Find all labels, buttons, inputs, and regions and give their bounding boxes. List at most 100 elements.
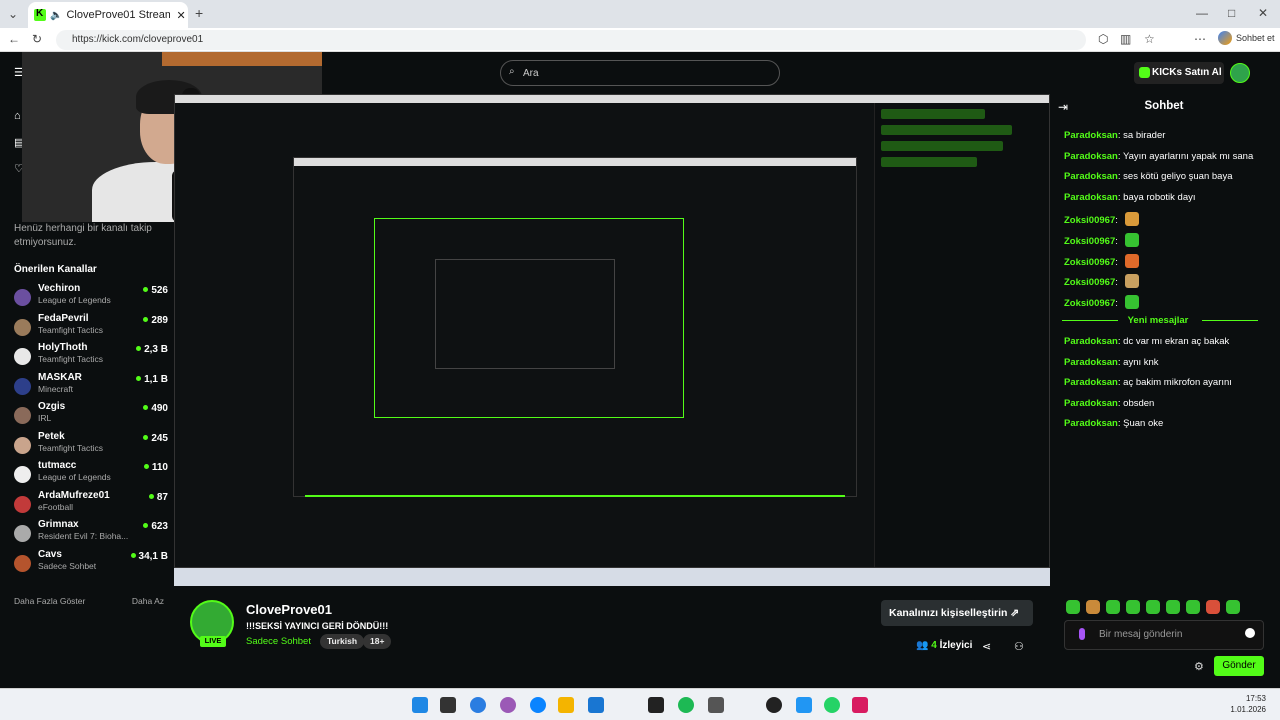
nested-screen-1 <box>174 94 1050 568</box>
more-icon[interactable]: ⋯ <box>1194 32 1206 46</box>
maximize-icon[interactable]: □ <box>1228 6 1235 20</box>
user-avatar[interactable] <box>1230 63 1250 83</box>
favorites-icon[interactable]: ☆ <box>1144 32 1155 46</box>
chat-message: Paradoksan: Şuan oke <box>1064 418 1274 439</box>
browser-tab[interactable]: 🔈 CloveProve01 Stream - Watch ✕ <box>28 2 188 28</box>
browser-tab-strip: ⌄ 🔈 CloveProve01 Stream - Watch ✕ + — □ … <box>0 0 1280 28</box>
chat-input[interactable]: Bir mesaj gönderin <box>1064 620 1264 650</box>
zoom-icon[interactable] <box>796 697 812 713</box>
customize-channel-button[interactable]: Kanalınızı kişiselleştirin ⇗ <box>881 600 1033 626</box>
show-more-link[interactable]: Daha Fazla Göster <box>14 596 85 606</box>
channel-viewers: 34,1 B <box>131 551 168 562</box>
obs-icon[interactable] <box>766 697 782 713</box>
nested-chat-line <box>881 125 1012 135</box>
share-icon[interactable]: ⋖ <box>982 640 991 653</box>
spotify-icon[interactable] <box>678 697 694 713</box>
chat-username[interactable]: Paradoksan <box>1064 398 1118 409</box>
system-clock[interactable]: 17:53 1.01.2026 <box>1230 693 1266 715</box>
mail-icon[interactable] <box>588 697 604 713</box>
sidebar-channel[interactable]: Vechiron League of Legends 526 <box>14 281 178 311</box>
sidebar-channel[interactable]: Ozgis IRL 490 <box>14 399 178 429</box>
copilot-label[interactable]: Sohbet et <box>1236 33 1275 43</box>
chat-username[interactable]: Paradoksan <box>1064 418 1118 429</box>
sidebar-channel[interactable]: MASKAR Minecraft 1,1 B <box>14 370 178 400</box>
sidebar-channel[interactable]: Grimnax Resident Evil 7: Bioha... 623 <box>14 517 178 547</box>
tab-list-icon[interactable]: ⌄ <box>8 7 18 21</box>
streamer-name[interactable]: CloveProve01 <box>246 602 332 617</box>
edge-icon[interactable] <box>530 697 546 713</box>
emote-icon[interactable] <box>1146 600 1160 614</box>
channel-avatar <box>14 289 31 306</box>
whatsapp-icon[interactable] <box>824 697 840 713</box>
emote-icon[interactable] <box>1226 600 1240 614</box>
tag-age[interactable]: 18+ <box>363 634 392 649</box>
chat-username[interactable]: Paradoksan <box>1064 151 1118 162</box>
emote-icon[interactable] <box>1086 600 1100 614</box>
close-tab-icon[interactable]: ✕ <box>176 9 185 22</box>
follow-user-icon[interactable]: ⚇ <box>1014 640 1024 653</box>
file-explorer-icon[interactable] <box>558 697 574 713</box>
sidebar-channel[interactable]: Petek Teamfight Tactics 245 <box>14 429 178 459</box>
back-icon[interactable]: ← <box>8 32 20 46</box>
widgets-icon[interactable] <box>470 697 486 713</box>
viewers-icon: 👥 <box>916 640 932 651</box>
chat-text: obsden <box>1123 397 1155 409</box>
chat-settings-icon[interactable]: ⚙ <box>1194 660 1204 673</box>
chat-username[interactable]: Paradoksan <box>1064 130 1118 141</box>
emote-icon <box>1124 274 1139 289</box>
minimize-icon[interactable]: — <box>1196 6 1208 20</box>
emote-icon[interactable] <box>1206 600 1220 614</box>
chat-username[interactable]: Zoksi00967 <box>1064 215 1115 226</box>
chat-username[interactable]: Paradoksan <box>1064 336 1118 347</box>
chat-username[interactable]: Paradoksan <box>1064 357 1118 368</box>
refresh-icon[interactable]: ↻ <box>32 32 42 46</box>
channel-category: League of Legends <box>38 295 111 305</box>
sidebar-channel[interactable]: FedaPevril Teamfight Tactics 289 <box>14 311 178 341</box>
copilot-icon[interactable] <box>1218 31 1232 45</box>
search-input[interactable]: ⌕ Ara <box>500 60 780 86</box>
terminal-icon[interactable] <box>648 697 664 713</box>
emote-icon[interactable] <box>1106 600 1120 614</box>
channel-name: MASKAR <box>38 371 82 383</box>
url-field[interactable]: https://kick.com/cloveprove01 <box>56 30 1086 50</box>
chat-username[interactable]: Paradoksan <box>1064 192 1118 203</box>
emote-icon[interactable] <box>1126 600 1140 614</box>
split-screen-icon[interactable]: ▥ <box>1120 32 1131 46</box>
chat-text: aç bakim mikrofon ayarını <box>1123 377 1232 389</box>
emoji-picker-icon[interactable] <box>1245 628 1255 638</box>
chat-username[interactable]: Zoksi00967 <box>1064 236 1115 247</box>
emote-icon[interactable] <box>1186 600 1200 614</box>
sidebar-channel[interactable]: tutmacc League of Legends 110 <box>14 458 178 488</box>
speaker-icon[interactable]: 🔈 <box>50 10 62 21</box>
sidebar-channel[interactable]: Cavs Sadece Sohbet 34,1 B <box>14 547 178 577</box>
show-less-link[interactable]: Daha Az <box>132 596 164 606</box>
extensions-icon[interactable]: ⬡ <box>1098 32 1108 46</box>
channel-name: Ozgis <box>38 401 66 412</box>
copilot-taskbar-icon[interactable] <box>500 697 516 713</box>
stream-category[interactable]: Sadece Sohbet <box>246 636 311 647</box>
tag-language[interactable]: Turkish <box>320 634 365 649</box>
pocket-icon[interactable] <box>852 697 868 713</box>
calculator-icon[interactable] <box>708 697 724 713</box>
chat-message: Paradoksan: ses kötü geliyo şuan baya <box>1064 171 1274 192</box>
search-icon: ⌕ <box>509 66 515 77</box>
close-window-icon[interactable]: ✕ <box>1258 6 1268 20</box>
chat-username[interactable]: Paradoksan <box>1064 377 1118 388</box>
sidebar-channel[interactable]: ArdaMufreze01 eFootball 87 <box>14 488 178 518</box>
task-view-icon[interactable] <box>440 697 456 713</box>
buy-kicks-button[interactable]: KICKs Satın Al <box>1134 62 1224 84</box>
start-icon[interactable] <box>412 697 428 713</box>
chat-username[interactable]: Paradoksan <box>1064 171 1118 182</box>
send-button[interactable]: Gönder <box>1214 656 1264 676</box>
chat-username[interactable]: Zoksi00967 <box>1064 277 1115 288</box>
sidebar-channel[interactable]: HolyThoth Teamfight Tactics 2,3 B <box>14 340 178 370</box>
video-player[interactable] <box>174 94 1050 586</box>
emote-icon[interactable] <box>1166 600 1180 614</box>
chat-message: Zoksi00967: <box>1064 253 1274 275</box>
home-icon[interactable]: ⌂ <box>14 110 21 122</box>
chat-username[interactable]: Zoksi00967 <box>1064 298 1115 309</box>
new-tab-icon[interactable]: + <box>195 5 203 21</box>
emote-icon <box>1124 232 1139 247</box>
emote-icon[interactable] <box>1066 600 1080 614</box>
chat-username[interactable]: Zoksi00967 <box>1064 257 1115 268</box>
